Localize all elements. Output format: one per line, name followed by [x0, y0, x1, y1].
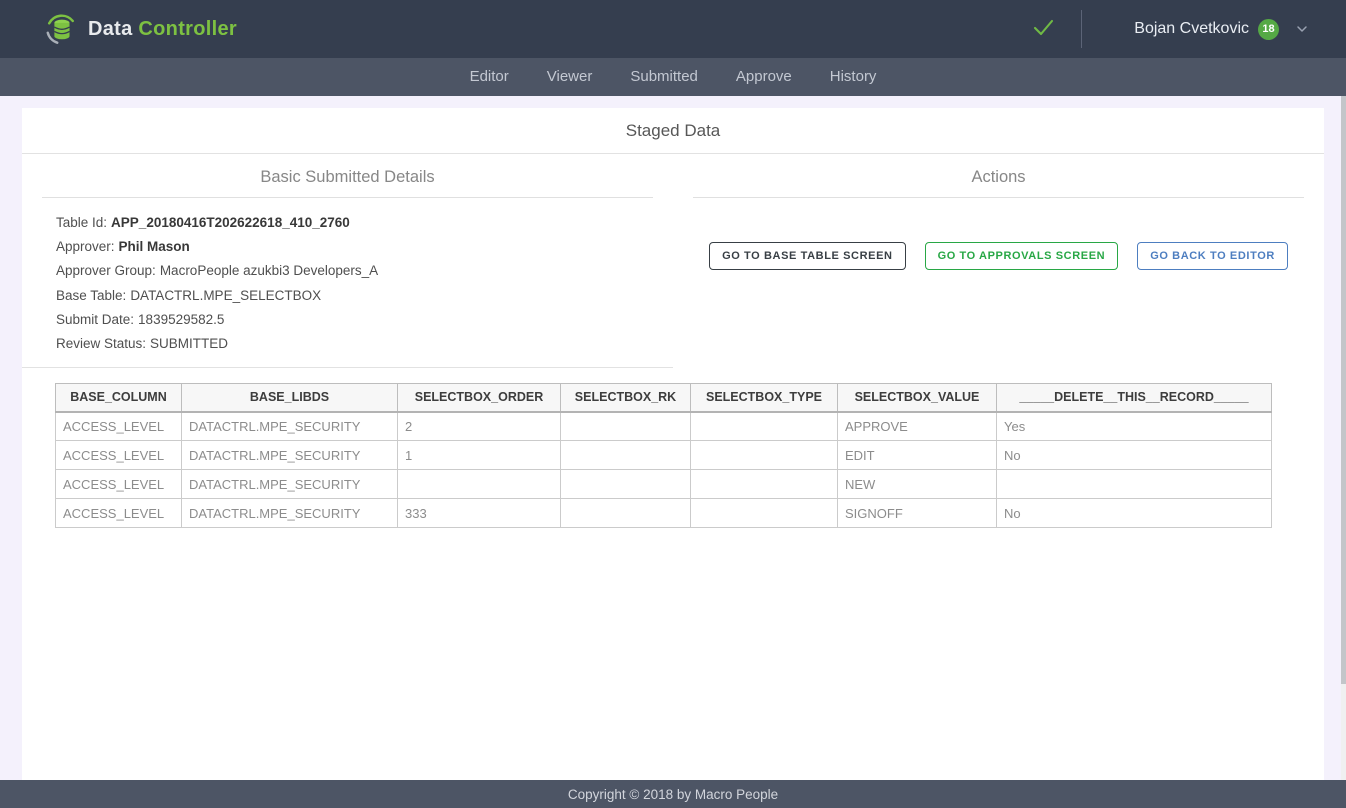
main-nav: Editor Viewer Submitted Approve History — [0, 58, 1346, 96]
staged-data-grid: BASE_COLUMN BASE_LIBDS SELECTBOX_ORDER S… — [55, 383, 1324, 528]
table-cell: 333 — [398, 499, 561, 528]
detail-row-approver-group: Approver Group: MacroPeople azukbi3 Devel… — [56, 259, 673, 283]
table-cell: APPROVE — [838, 412, 997, 441]
table-cell — [561, 470, 691, 499]
column-header-delete-record: _____DELETE__THIS__RECORD_____ — [997, 384, 1272, 412]
table-cell — [561, 441, 691, 470]
staged-data-card: Staged Data Basic Submitted Details Tabl… — [22, 108, 1324, 780]
column-header-selectbox-value: SELECTBOX_VALUE — [838, 384, 997, 412]
table-cell: No — [997, 441, 1272, 470]
table-cell: DATACTRL.MPE_SECURITY — [182, 412, 398, 441]
detail-label: Review Status: — [56, 336, 146, 351]
app-header: Data Controller Bojan Cvetkovic 18 — [0, 0, 1346, 58]
detail-row-review-status: Review Status: SUBMITTED — [56, 332, 673, 356]
detail-row-approver: Approver: Phil Mason — [56, 235, 673, 259]
table-cell — [561, 499, 691, 528]
nav-item-approve[interactable]: Approve — [717, 58, 811, 96]
app-title: Data Controller — [88, 18, 237, 41]
table-cell — [691, 412, 838, 441]
detail-value: DATACTRL.MPE_SELECTBOX — [130, 288, 321, 303]
detail-row-submit-date: Submit Date: 1839529582.5 — [56, 308, 673, 332]
user-menu[interactable]: Bojan Cvetkovic 18 — [1104, 19, 1310, 40]
actions-buttons: GO TO BASE TABLE SCREEN GO TO APPROVALS … — [673, 242, 1324, 270]
detail-value: APP_20180416T202622618_410_2760 — [111, 215, 350, 230]
app-logo[interactable]: Data Controller — [44, 12, 237, 46]
nav-item-history[interactable]: History — [811, 58, 896, 96]
nav-item-viewer[interactable]: Viewer — [528, 58, 612, 96]
table-cell: ACCESS_LEVEL — [56, 499, 182, 528]
table-cell — [691, 499, 838, 528]
table-cell: NEW — [838, 470, 997, 499]
content-area: Staged Data Basic Submitted Details Tabl… — [0, 96, 1346, 780]
detail-label: Approver: — [56, 239, 115, 254]
detail-row-table-id: Table Id: APP_20180416T202622618_410_2760 — [56, 211, 673, 235]
table-cell — [691, 441, 838, 470]
page-title: Staged Data — [22, 108, 1324, 154]
table-cell: DATACTRL.MPE_SECURITY — [182, 441, 398, 470]
column-header-base-column: BASE_COLUMN — [56, 384, 182, 412]
table-cell — [561, 412, 691, 441]
detail-label: Submit Date: — [56, 312, 134, 327]
detail-value: SUBMITTED — [150, 336, 228, 351]
nav-item-editor[interactable]: Editor — [451, 58, 528, 96]
detail-label: Base Table: — [56, 288, 126, 303]
table-cell — [997, 470, 1272, 499]
table-cell: ACCESS_LEVEL — [56, 470, 182, 499]
column-header-selectbox-rk: SELECTBOX_RK — [561, 384, 691, 412]
actions-section-title: Actions — [673, 168, 1324, 187]
app-footer: Copyright © 2018 by Macro People — [0, 780, 1346, 808]
table-cell: Yes — [997, 412, 1272, 441]
user-badge: 18 — [1258, 19, 1279, 40]
check-icon[interactable] — [1019, 9, 1067, 50]
table-cell: DATACTRL.MPE_SECURITY — [182, 470, 398, 499]
table-cell: ACCESS_LEVEL — [56, 412, 182, 441]
go-back-to-editor-button[interactable]: GO BACK TO EDITOR — [1137, 242, 1288, 270]
table-cell: No — [997, 499, 1272, 528]
details-section-title: Basic Submitted Details — [22, 168, 673, 187]
detail-row-base-table: Base Table: DATACTRL.MPE_SELECTBOX — [56, 284, 673, 308]
table-cell — [691, 470, 838, 499]
table-row: ACCESS_LEVEL DATACTRL.MPE_SECURITY NEW — [56, 470, 1272, 499]
grid-header-row: BASE_COLUMN BASE_LIBDS SELECTBOX_ORDER S… — [56, 384, 1272, 412]
table-cell: DATACTRL.MPE_SECURITY — [182, 499, 398, 528]
detail-label: Approver Group: — [56, 263, 156, 278]
scrollbar-thumb[interactable] — [1341, 96, 1346, 684]
table-row: ACCESS_LEVEL DATACTRL.MPE_SECURITY 333 S… — [56, 499, 1272, 528]
detail-value: MacroPeople azukbi3 Developers_A — [160, 263, 378, 278]
go-to-base-table-button[interactable]: GO TO BASE TABLE SCREEN — [709, 242, 905, 270]
vertical-scrollbar[interactable] — [1341, 96, 1346, 780]
database-logo-icon — [44, 12, 78, 46]
actions-section: Actions GO TO BASE TABLE SCREEN GO TO AP… — [673, 154, 1324, 368]
column-header-base-libds: BASE_LIBDS — [182, 384, 398, 412]
details-section-rule — [42, 197, 653, 198]
header-divider — [1081, 10, 1082, 48]
actions-section-rule — [693, 197, 1304, 198]
chevron-down-icon — [1294, 21, 1310, 37]
table-cell: ACCESS_LEVEL — [56, 441, 182, 470]
table-cell: 2 — [398, 412, 561, 441]
table-cell: EDIT — [838, 441, 997, 470]
copyright-text: Copyright © 2018 by Macro People — [568, 787, 778, 802]
basic-details-section: Basic Submitted Details Table Id: APP_201… — [22, 154, 673, 368]
detail-value: 1839529582.5 — [138, 312, 224, 327]
table-cell — [398, 470, 561, 499]
table-cell: SIGNOFF — [838, 499, 997, 528]
go-to-approvals-button[interactable]: GO TO APPROVALS SCREEN — [925, 242, 1119, 270]
table-cell: 1 — [398, 441, 561, 470]
column-header-selectbox-type: SELECTBOX_TYPE — [691, 384, 838, 412]
detail-value: Phil Mason — [119, 239, 190, 254]
table-row: ACCESS_LEVEL DATACTRL.MPE_SECURITY 1 EDI… — [56, 441, 1272, 470]
user-name: Bojan Cvetkovic — [1134, 20, 1249, 38]
column-header-selectbox-order: SELECTBOX_ORDER — [398, 384, 561, 412]
table-row: ACCESS_LEVEL DATACTRL.MPE_SECURITY 2 APP… — [56, 412, 1272, 441]
nav-item-submitted[interactable]: Submitted — [611, 58, 717, 96]
detail-label: Table Id: — [56, 215, 107, 230]
details-list: Table Id: APP_20180416T202622618_410_2760… — [56, 211, 673, 356]
